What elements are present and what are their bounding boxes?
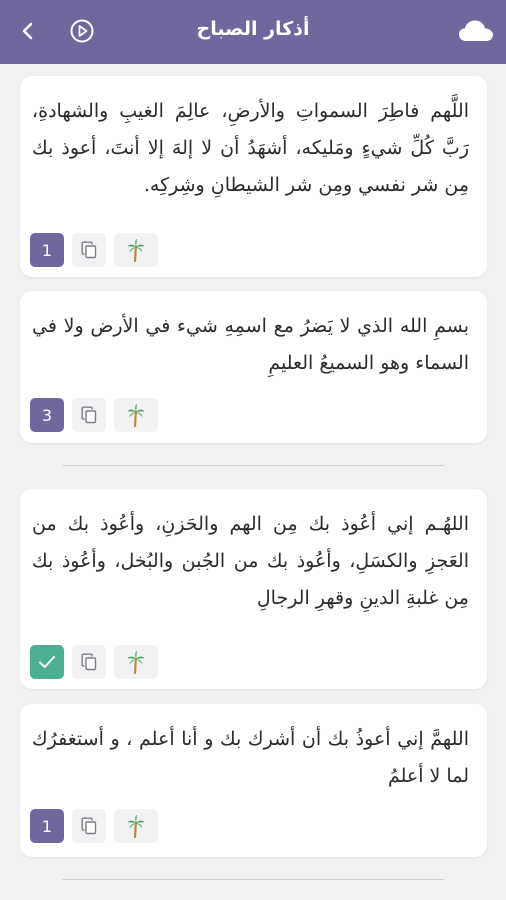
counter-value: 1: [41, 240, 53, 260]
section-divider: [62, 879, 444, 880]
copy-button[interactable]: [72, 398, 106, 432]
copy-button[interactable]: [72, 645, 106, 679]
counter-button[interactable]: 3: [30, 398, 64, 432]
zikr-text: اللهُـم إني أعُوذ بك مِن الهم والحَزنِ، …: [32, 513, 469, 609]
cloud-sync-button[interactable]: [458, 19, 494, 45]
palm-button[interactable]: [114, 398, 158, 432]
copy-icon: [81, 241, 97, 259]
zikr-text: اللَّهم فاطِرَ السمواتِ والأرضِ، عالِمَ …: [32, 100, 469, 196]
counter-button[interactable]: 1: [30, 809, 64, 843]
palm-button[interactable]: [114, 233, 158, 267]
palm-button[interactable]: [114, 645, 158, 679]
copy-icon: [81, 406, 97, 424]
page-title: أذكار الصباح: [196, 18, 310, 40]
top-app-bar: أذكار الصباح: [0, 0, 506, 64]
check-icon: [39, 656, 55, 668]
copy-icon: [81, 817, 97, 835]
section-divider: [62, 465, 444, 466]
palm-tree-icon: [127, 238, 145, 262]
palm-tree-icon: [127, 650, 145, 674]
zikr-text: بسمِ الله الذي لا يَضرُ مع اسمِهِ شيء في…: [32, 315, 469, 374]
zikr-card: اللهُـم إني أعُوذ بك مِن الهم والحَزنِ، …: [20, 489, 487, 689]
zikr-card: اللهمَّ إني أعوذُ بك أن أشرك بك و أنا أع…: [20, 704, 487, 857]
copy-button[interactable]: [72, 809, 106, 843]
counter-value: 3: [41, 405, 53, 425]
zikr-card: اللَّهم فاطِرَ السمواتِ والأرضِ، عالِمَ …: [20, 76, 487, 277]
copy-button[interactable]: [72, 233, 106, 267]
palm-tree-icon: [127, 814, 145, 838]
copy-icon: [81, 653, 97, 671]
zikr-text: اللهمَّ إني أعوذُ بك أن أشرك بك و أنا أع…: [32, 728, 469, 787]
completed-button[interactable]: [30, 645, 64, 679]
zikr-card: بسمِ الله الذي لا يَضرُ مع اسمِهِ شيء في…: [20, 291, 487, 443]
counter-button[interactable]: 1: [30, 233, 64, 267]
palm-button[interactable]: [114, 809, 158, 843]
palm-tree-icon: [127, 403, 145, 427]
cloud-icon: [459, 20, 493, 41]
counter-value: 1: [41, 816, 53, 836]
